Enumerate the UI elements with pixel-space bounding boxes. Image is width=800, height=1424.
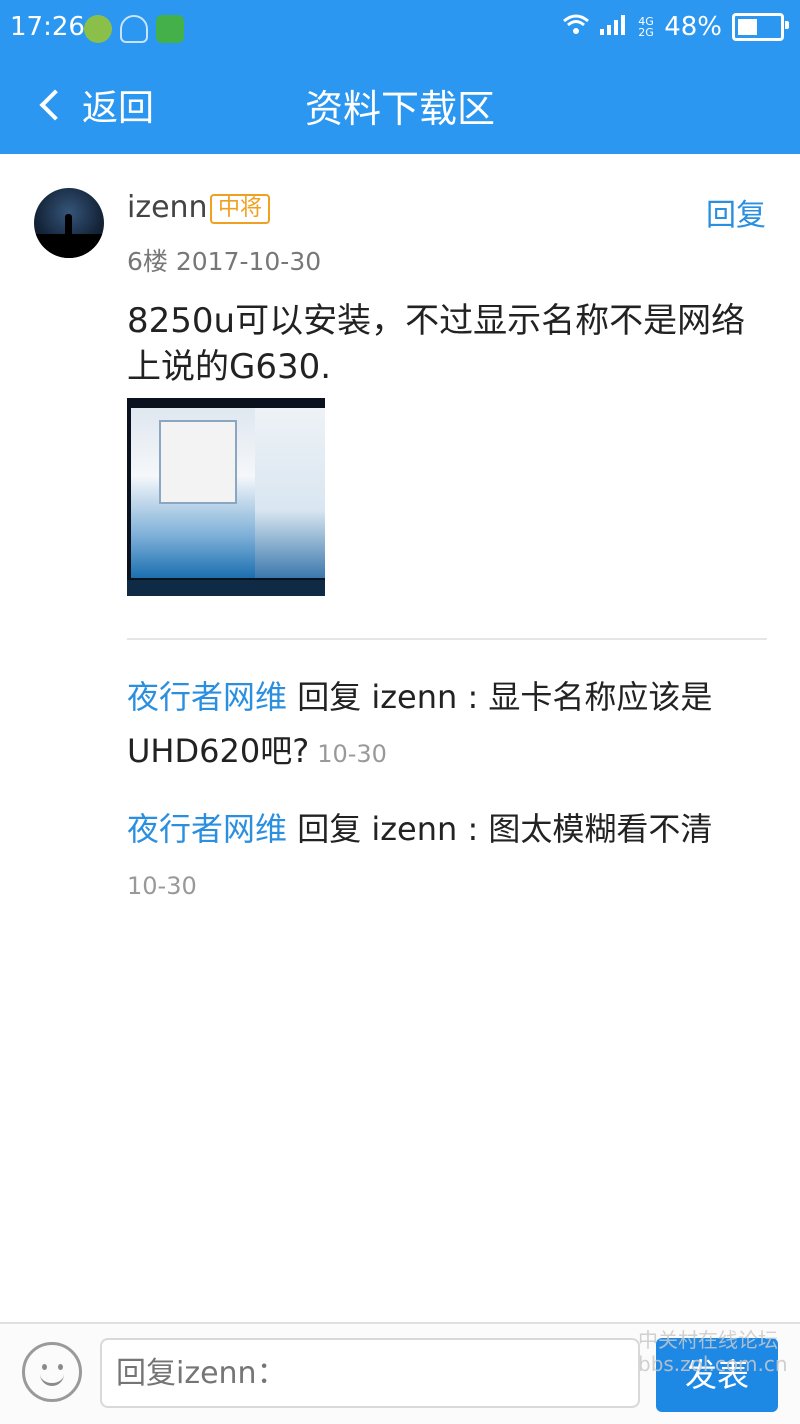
wifi-icon — [562, 12, 590, 42]
comment-date: 10-30 — [127, 872, 197, 900]
post-floor-date: 6楼 2017-10-30 — [127, 247, 322, 276]
battery-icon — [732, 13, 789, 41]
reply-button[interactable]: 回复 — [706, 190, 766, 234]
post-username[interactable]: izenn — [127, 190, 208, 225]
rank-badge: 中将 — [210, 194, 271, 224]
wechat-notification-icon — [156, 15, 184, 43]
app-notification-icon — [84, 15, 112, 43]
thumbnail-taskbar — [127, 580, 325, 596]
thumbnail-dialog — [159, 420, 237, 504]
watermark: 中关村在线论坛 bbs.zol.com.cn — [598, 1328, 798, 1418]
status-time: 17:26 — [10, 12, 85, 42]
avatar[interactable] — [34, 188, 104, 258]
watermark-line1: 中关村在线论坛 — [638, 1328, 778, 1352]
comment-item: 夜行者网维 回复 izenn : 图太模糊看不清 10-30 — [127, 802, 767, 913]
comment-item: 夜行者网维 回复 izenn : 显卡名称应该是UHD620吧? 10-30 — [127, 670, 767, 781]
status-right-cluster: 4G 2G 48% — [562, 12, 789, 42]
emoji-mouth — [40, 1369, 64, 1386]
battery-percent: 48% — [664, 12, 722, 42]
avatar-ground — [34, 234, 104, 258]
comment-date: 10-30 — [317, 740, 387, 768]
divider — [127, 638, 767, 640]
navigation-bar: 返回 资料下载区 — [0, 58, 800, 154]
thumbnail-window-right — [255, 408, 325, 578]
watermark-line2: bbs.zol.com.cn — [638, 1352, 788, 1376]
network-type: 4G 2G — [638, 15, 654, 39]
battery-fill — [738, 19, 757, 35]
comment-author[interactable]: 夜行者网维 — [127, 678, 287, 716]
post-image-thumbnail[interactable] — [127, 398, 325, 596]
comment-text: 回复 izenn : 图太模糊看不清 — [287, 810, 713, 848]
page-title: 资料下载区 — [304, 87, 495, 131]
assistant-notification-icon — [120, 15, 148, 43]
comment-author[interactable]: 夜行者网维 — [127, 810, 287, 848]
status-bar: 17:26 4G 2G 48% — [0, 0, 800, 58]
reply-input[interactable] — [100, 1338, 640, 1408]
signal-icon — [600, 12, 628, 42]
emoji-icon[interactable] — [22, 1342, 82, 1402]
post-content: 8250u可以安装，不过显示名称不是网络上说的G630. — [127, 301, 746, 387]
top-app-bar: 17:26 4G 2G 48% 返回 资料下载区 — [0, 0, 800, 154]
avatar-figure — [65, 214, 72, 236]
